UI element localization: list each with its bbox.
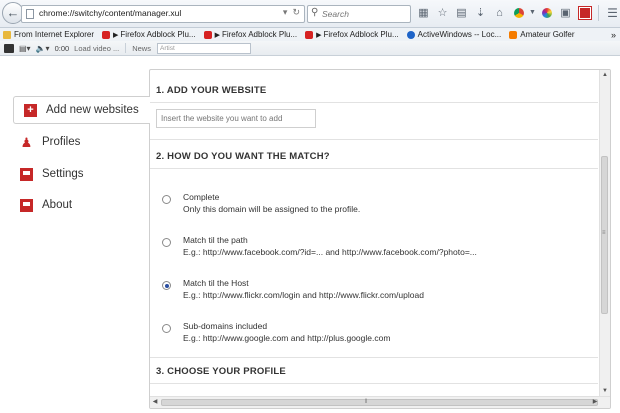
queue-icon[interactable]: ▤▾ [19,44,31,53]
sidebar-item-label: Settings [42,168,84,180]
option-description: Only this domain will be assigned to the… [183,203,361,214]
match-option-subdomains[interactable]: Sub-domains included E.g.: http://www.go… [162,321,390,344]
url-bar[interactable]: chrome://switchy/content/manager.xul ▾ ↻ [21,5,305,23]
bookmark-item[interactable]: From Internet Explorer [3,30,94,39]
add-icon: + [24,103,37,117]
scroll-thumb[interactable] [161,399,598,406]
section-title: 1. ADD YOUR WEBSITE [156,85,267,96]
navigation-toolbar: ← chrome://switchy/content/manager.xul ▾… [0,0,620,28]
radio-button[interactable] [162,324,171,333]
option-title: Complete [183,192,220,202]
ie-icon [406,30,415,39]
page-icon [26,9,34,19]
sidebar-item-label: Add new websites [46,104,139,116]
scroll-right-icon[interactable]: ▶ [590,397,600,408]
sidebar-item-label: Profiles [42,136,81,148]
website-input[interactable] [156,109,316,128]
chevron-down-icon[interactable]: ▼ [528,4,537,22]
bookmarks-list-icon[interactable]: ▤ [452,4,471,22]
page-content: + Add new websites ♟ Profiles Settings A… [0,56,620,413]
option-description: E.g.: http://www.flickr.com/login and ht… [183,289,424,300]
url-text[interactable]: chrome://switchy/content/manager.xul [39,8,181,18]
sidebar-item-settings[interactable]: Settings [20,163,84,185]
blogger-icon [509,30,518,39]
option-title: Match til the Host [183,278,249,288]
toolbar-separator [598,5,599,21]
folder-icon [3,30,11,39]
bookmark-item[interactable]: ▶ Firefox Adblock Plu... [102,30,196,39]
home-icon[interactable]: ⌂ [490,4,509,22]
scroll-up-icon[interactable]: ▲ [600,70,610,80]
bookmark-star-icon[interactable]: ☆ [433,4,452,22]
profiles-icon: ♟ [20,134,33,150]
search-input[interactable] [322,7,406,20]
bookmark-item[interactable]: ▶ Firefox Adblock Plu... [203,30,297,39]
bookmark-item[interactable]: Amateur Golfer [509,30,575,39]
sidebar-item-profiles[interactable]: ♟ Profiles [20,131,81,153]
divider [150,102,598,103]
search-bar[interactable]: ⚲ [307,5,411,23]
match-option-path[interactable]: Match til the path E.g.: http://www.face… [162,235,477,258]
artist-input[interactable]: Artist [156,42,251,54]
search-icon: ⚲ [311,7,319,18]
sidebar-item-add-new-websites[interactable]: + Add new websites [13,96,150,124]
divider [150,357,598,358]
match-option-host[interactable]: Match til the Host E.g.: http://www.flic… [162,278,424,301]
scroll-down-icon[interactable]: ▼ [600,386,610,396]
radio-button[interactable] [162,195,171,204]
chrome-icon[interactable] [509,4,528,22]
scroll-left-icon[interactable]: ◀ [150,397,160,408]
horizontal-scrollbar[interactable]: ◀ ‖ ▶ [150,396,610,408]
dropdown-icon[interactable]: ▾ [283,7,288,17]
volume-icon[interactable]: 🔈▾ [36,44,50,53]
match-option-complete[interactable]: Complete Only this domain will be assign… [162,192,360,215]
option-title: Match til the path [183,235,248,245]
reload-icon[interactable]: ↻ [292,7,300,17]
more-bookmarks-icon[interactable]: » [611,30,616,40]
addon-bar: ▤▾ 🔈▾ 0:00 Load video ... News Artist [0,41,620,56]
option-description: E.g.: http://www.google.com and http://p… [183,332,391,343]
sidebar-item-about[interactable]: About [20,194,72,216]
section-title: 2. HOW DO YOU WANT THE MATCH? [156,151,330,162]
vertical-scrollbar[interactable]: ▲ ≡ ▼ [599,70,610,396]
option-description: E.g.: http://www.facebook.com/?id=... an… [183,246,477,257]
youtube-icon [102,30,111,39]
player-icon[interactable] [4,43,14,53]
downloads-icon[interactable]: ⇣ [471,4,490,22]
content-panel: 1. ADD YOUR WEBSITE 2. HOW DO YOU WANT T… [149,69,611,409]
about-icon [20,198,33,212]
calendar-icon[interactable]: ▣ [556,4,575,22]
option-title: Sub-domains included [183,321,268,331]
settings-icon [20,167,33,181]
switchy-icon[interactable] [575,4,594,22]
time-display: 0:00 [54,43,70,53]
news-button[interactable]: News [132,44,151,53]
bookmark-item[interactable]: ActiveWindows -- Loc... [406,30,501,39]
radio-button[interactable] [162,238,171,247]
reader-view-icon[interactable]: ▦ [414,4,433,22]
color-picker-icon[interactable] [537,4,556,22]
bookmarks-toolbar: From Internet Explorer ▶ Firefox Adblock… [0,28,620,41]
load-video-button[interactable]: Load video ... [74,44,119,53]
toolbar-icons: ▦ ☆ ▤ ⇣ ⌂ ▼ ▣ ☰ [414,4,620,22]
menu-icon[interactable]: ☰ [603,4,620,22]
sidebar-item-label: About [42,199,73,211]
bookmark-item[interactable]: ▶ Firefox Adblock Plu... [305,30,399,39]
divider [150,139,598,140]
radio-button-selected[interactable] [162,281,171,290]
divider [150,168,598,169]
youtube-icon [203,30,212,39]
section-title: 3. CHOOSE YOUR PROFILE [156,366,286,377]
youtube-icon [305,30,314,39]
divider [150,383,598,384]
